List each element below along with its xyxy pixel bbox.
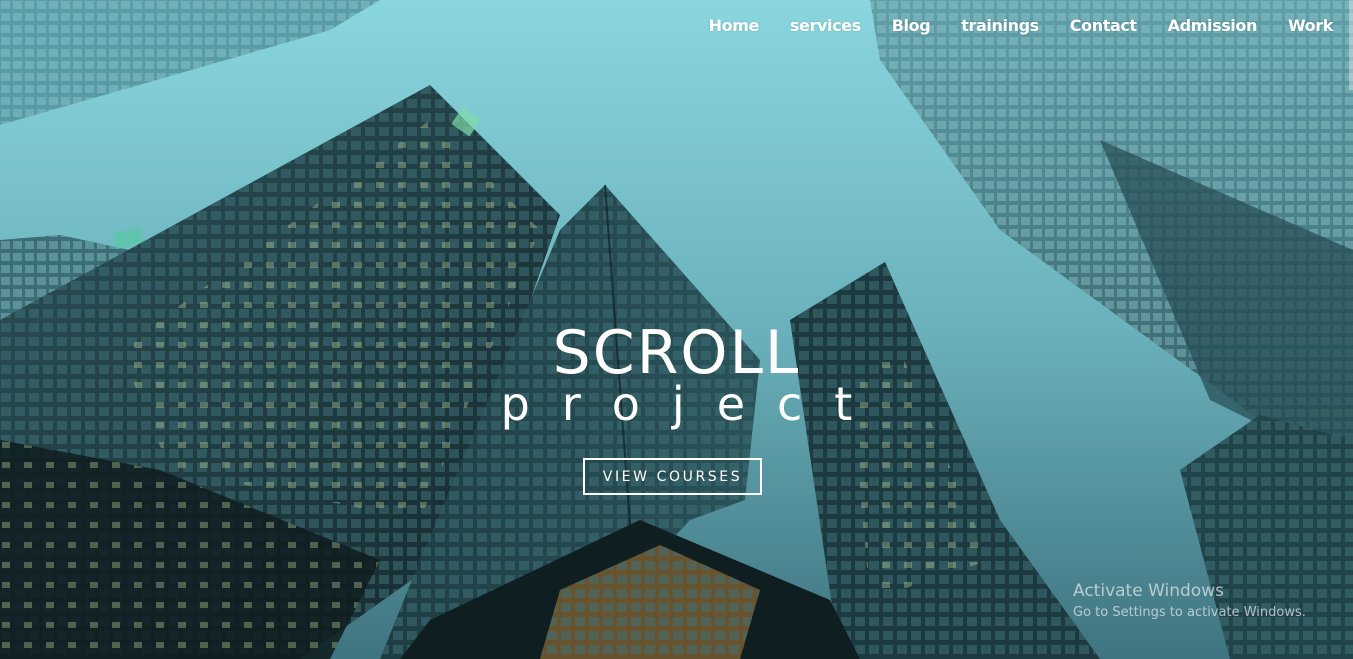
nav-item-services[interactable]: services (790, 14, 861, 38)
nav-item-contact[interactable]: Contact (1070, 14, 1137, 38)
hero-section: Home services Blog trainings Contact Adm… (0, 0, 1353, 659)
nav-item-admission[interactable]: Admission (1168, 14, 1258, 38)
nav-item-work[interactable]: Work (1288, 14, 1333, 38)
top-navigation: Home services Blog trainings Contact Adm… (678, 14, 1334, 38)
watermark-title: Activate Windows (1073, 581, 1224, 601)
nav-item-home[interactable]: Home (709, 14, 760, 38)
view-courses-button[interactable]: VIEW COURSES (583, 458, 762, 495)
activate-windows-watermark: Activate Windows Go to Settings to activ… (1073, 580, 1306, 622)
nav-item-trainings[interactable]: trainings (961, 14, 1039, 38)
watermark-subtitle: Go to Settings to activate Windows. (1073, 605, 1306, 620)
hero-subtitle: project (500, 377, 885, 431)
nav-item-blog[interactable]: Blog (892, 14, 931, 38)
page-scrollbar[interactable] (1349, 0, 1353, 90)
